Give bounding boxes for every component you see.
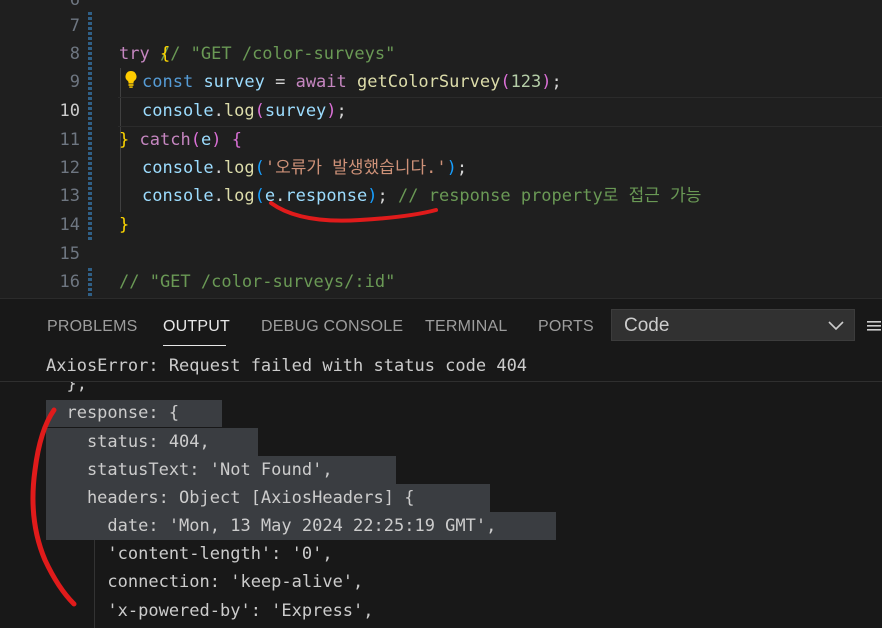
output-line: 'content-length': '0',: [46, 544, 333, 564]
output-line: AxiosError: Request failed with status c…: [46, 356, 528, 376]
code-line: }: [119, 215, 130, 235]
output-line: date: 'Mon, 13 May 2024 22:25:19 GMT',: [46, 516, 497, 536]
output-line: 'x-powered-by': 'Express',: [46, 601, 374, 621]
line-number: 15: [59, 244, 80, 264]
tab-problems[interactable]: PROBLEMS: [47, 318, 138, 336]
git-change-indicator: [88, 268, 92, 298]
code-line: try {: [119, 44, 171, 64]
code-line: console.log(survey);: [142, 101, 347, 121]
active-tab-indicator: [163, 345, 226, 346]
tab-output[interactable]: OUTPUT: [163, 318, 230, 336]
output-line: headers: Object [AxiosHeaders] {: [46, 488, 415, 508]
output-line: status: 404,: [46, 432, 210, 452]
line-number: 16: [59, 272, 80, 292]
code-line: // "GET /color-surveys": [159, 44, 396, 64]
line-number: 14: [59, 215, 80, 235]
output-line: response: {: [46, 403, 180, 423]
line-number: 12: [59, 158, 80, 178]
line-number: 8: [69, 44, 80, 64]
code-line: console.log(e.response); // response pro…: [142, 186, 702, 206]
code-line: console.log('오류가 발생했습니다.');: [142, 158, 468, 178]
tab-ports[interactable]: PORTS: [538, 318, 594, 336]
chevron-down-icon: [828, 321, 844, 331]
code-editor[interactable]: 6 7 8 9 10 11 12 13 14 15 16 // "GET /co…: [0, 0, 882, 298]
line-number-active: 10: [59, 101, 80, 121]
output-channel-select[interactable]: Code: [611, 309, 855, 341]
bottom-panel: PROBLEMS OUTPUT DEBUG CONSOLE TERMINAL P…: [0, 298, 882, 628]
git-change-indicator: [88, 12, 92, 240]
line-number: 9: [69, 72, 80, 92]
code-line: } catch(e) {: [119, 130, 242, 150]
code-line: const survey = await getColorSurvey(123)…: [142, 72, 562, 92]
code-line: // "GET /color-surveys/:id": [119, 272, 396, 292]
output-channel-value: Code: [624, 315, 670, 336]
line-number: 13: [59, 186, 80, 206]
tab-terminal[interactable]: TERMINAL: [425, 318, 508, 336]
output-line: connection: 'keep-alive',: [46, 572, 364, 592]
output-line: statusText: 'Not Found',: [46, 460, 333, 480]
line-number: 7: [69, 16, 80, 36]
sticky-scroll-header[interactable]: AxiosError: Request failed with status c…: [0, 351, 882, 382]
line-number: 11: [59, 130, 80, 150]
tab-debug-console[interactable]: DEBUG CONSOLE: [261, 318, 403, 336]
menu-icon[interactable]: [867, 319, 881, 333]
